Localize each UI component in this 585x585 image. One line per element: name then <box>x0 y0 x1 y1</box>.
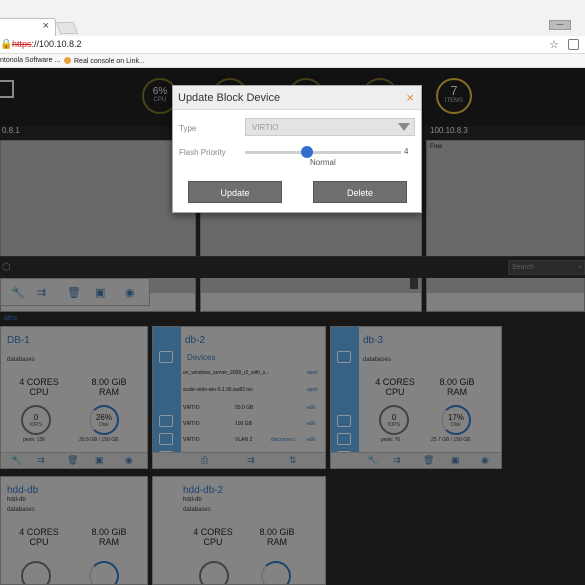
bookmark-item[interactable]: ntonola Software ... <box>0 57 60 64</box>
type-label: Type <box>179 124 197 133</box>
bookmark-star-icon[interactable]: ☆ <box>549 38 559 51</box>
browser-tab[interactable]: × <box>0 18 56 36</box>
update-button[interactable]: Update <box>188 181 282 203</box>
flash-priority-label: Flash Priority <box>179 148 226 157</box>
dialog-title: Update Block Device <box>178 92 281 104</box>
update-block-device-dialog: Update Block Device × Type VIRTIO Flash … <box>172 85 422 213</box>
address-url[interactable]: https://100.10.8.2 <box>12 39 82 49</box>
bookmark-favicon-icon <box>64 57 71 64</box>
window-minimize-button[interactable]: — <box>549 20 571 30</box>
dialog-header: Update Block Device × <box>173 86 421 110</box>
insecure-lock-icon: 🔒 <box>0 39 13 50</box>
browser-tab-strip: × — <box>0 0 585 36</box>
new-tab-button[interactable] <box>55 22 79 34</box>
type-select[interactable]: VIRTIO <box>245 118 415 136</box>
tab-close-icon[interactable]: × <box>43 20 49 32</box>
flash-priority-slider[interactable] <box>245 151 401 154</box>
bookmark-item[interactable]: Real console on Link... <box>64 57 145 65</box>
address-bar[interactable]: 🔒 https://100.10.8.2 ☆ <box>0 36 585 54</box>
slider-handle[interactable] <box>301 146 314 158</box>
bookmarks-bar: ntonola Software ... Real console on Lin… <box>0 54 585 68</box>
delete-button[interactable]: Delete <box>313 181 407 203</box>
close-icon[interactable]: × <box>406 90 414 105</box>
chevron-down-icon <box>398 123 410 131</box>
flash-priority-value: 4 <box>404 147 409 156</box>
flash-priority-text: Normal <box>310 158 336 167</box>
browser-menu-icon[interactable] <box>568 39 579 50</box>
